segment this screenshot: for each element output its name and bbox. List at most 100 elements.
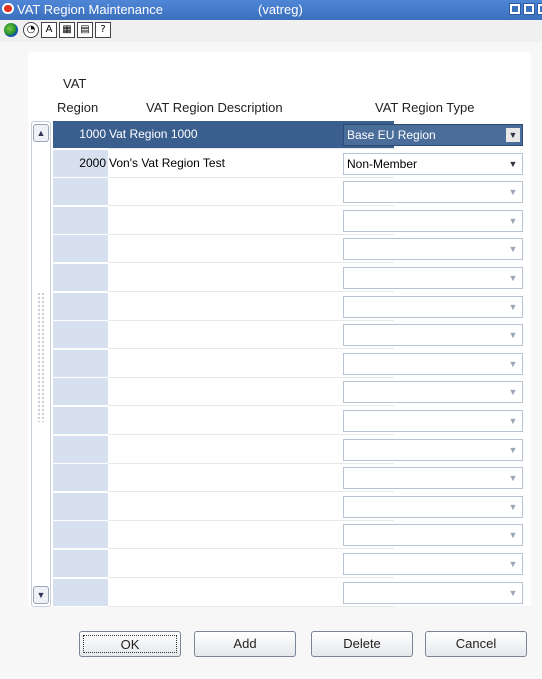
chevron-down-icon[interactable]: ▼ (506, 385, 520, 399)
region-cell[interactable] (53, 492, 108, 521)
chevron-down-icon[interactable]: ▼ (506, 271, 520, 285)
table-row[interactable]: ▼ (53, 550, 526, 578)
table-row[interactable]: ▼ (53, 235, 526, 264)
region-cell[interactable] (53, 321, 108, 350)
vat-region-table: 1000 Vat Region 1000 Base EU Region ▼ 2000 Vo… (53, 121, 526, 607)
region-type-select[interactable]: Non-Member ▼ (343, 152, 523, 175)
region-type-select[interactable]: ▼ (343, 581, 523, 604)
ok-label: OK (83, 635, 177, 653)
region-type-select[interactable]: ▼ (343, 553, 523, 575)
chevron-down-icon[interactable]: ▼ (506, 471, 520, 485)
chevron-down-icon[interactable]: ▼ (506, 557, 520, 571)
globe-icon[interactable] (4, 23, 18, 37)
region-type-select[interactable]: ▼ (343, 352, 523, 375)
window-title: VAT Region Maintenance (17, 2, 163, 17)
delete-button[interactable]: Delete (311, 631, 413, 657)
help-icon[interactable]: ◔ (23, 22, 39, 38)
region-type-select[interactable]: ▼ (343, 267, 523, 289)
chevron-down-icon[interactable]: ▼ (506, 414, 520, 428)
region-cell[interactable]: 1000 (53, 121, 108, 149)
region-cell[interactable] (53, 521, 108, 550)
region-type-select[interactable]: ▼ (343, 410, 523, 432)
region-type-select[interactable]: ▼ (343, 324, 523, 347)
table-row[interactable]: 1000 Vat Region 1000 Base EU Region ▼ (53, 121, 526, 149)
window: VAT Region Maintenance (vatreg) ◔ A ▦ ▤ … (0, 0, 542, 679)
chevron-down-icon[interactable]: ▼ (506, 586, 520, 600)
region-type-select[interactable]: ▼ (343, 181, 523, 204)
chevron-down-icon[interactable]: ▼ (506, 443, 520, 457)
region-cell[interactable] (53, 264, 108, 292)
header-region-line1: VAT (63, 76, 87, 91)
region-cell[interactable] (53, 407, 108, 435)
region-cell[interactable] (53, 378, 108, 407)
chevron-down-icon[interactable]: ▼ (506, 500, 520, 514)
scroll-grip[interactable] (37, 292, 45, 422)
table-row[interactable]: ▼ (53, 492, 526, 521)
table-row[interactable]: ▼ (53, 321, 526, 350)
header-region-line2: Region (57, 100, 99, 115)
keyboard-icon[interactable]: ▤ (77, 22, 93, 38)
region-type-select[interactable]: ▼ (343, 209, 523, 232)
region-type-select[interactable]: ▼ (343, 524, 523, 547)
region-type-select[interactable]: ▼ (343, 238, 523, 261)
region-cell[interactable] (53, 235, 108, 264)
table-row[interactable]: ▼ (53, 178, 526, 207)
region-cell[interactable] (53, 206, 108, 235)
toolbar: ◔ A ▦ ▤ ? (0, 20, 542, 42)
table-row[interactable]: ▼ (53, 464, 526, 493)
maximize-button[interactable] (523, 3, 535, 15)
chevron-down-icon[interactable]: ▼ (506, 357, 520, 371)
chevron-down-icon[interactable]: ▼ (506, 242, 520, 256)
table-row[interactable]: ▼ (53, 578, 526, 607)
region-cell[interactable] (53, 349, 108, 378)
region-type-select[interactable]: ▼ (343, 295, 523, 318)
table-row[interactable]: ▼ (53, 407, 526, 435)
oracle-app-icon (2, 3, 14, 14)
ok-button[interactable]: OK (79, 631, 181, 657)
region-type-select[interactable]: ▼ (343, 381, 523, 404)
calendar-icon[interactable]: ▦ (59, 22, 75, 38)
chevron-down-icon[interactable]: ▼ (506, 300, 520, 314)
header-type: VAT Region Type (375, 100, 475, 115)
scroll-down-icon[interactable]: ▼ (33, 586, 49, 604)
title-bar: VAT Region Maintenance (vatreg) (0, 0, 542, 20)
region-cell[interactable] (53, 550, 108, 578)
region-cell[interactable] (53, 292, 108, 321)
region-cell[interactable] (53, 178, 108, 207)
table-row[interactable]: ▼ (53, 206, 526, 235)
chevron-down-icon[interactable]: ▼ (506, 528, 520, 542)
region-cell[interactable] (53, 578, 108, 607)
region-type-select[interactable]: ▼ (343, 495, 523, 518)
region-type-value: Non-Member (347, 156, 418, 171)
question-icon[interactable]: ? (95, 22, 111, 38)
region-cell[interactable] (53, 435, 108, 464)
spell-icon[interactable]: A (41, 22, 57, 38)
scroll-up-icon[interactable]: ▲ (33, 124, 49, 142)
table-row[interactable]: ▼ (53, 435, 526, 464)
table-row[interactable]: ▼ (53, 521, 526, 550)
chevron-down-icon[interactable]: ▼ (506, 157, 520, 171)
region-type-select[interactable]: Base EU Region ▼ (343, 124, 523, 146)
region-type-value: Base EU Region (347, 128, 436, 142)
table-row[interactable]: ▼ (53, 264, 526, 292)
table-row[interactable]: ▼ (53, 292, 526, 321)
region-cell[interactable] (53, 464, 108, 493)
minimize-button[interactable] (509, 3, 521, 15)
region-type-select[interactable]: ▼ (343, 438, 523, 461)
chevron-down-icon[interactable]: ▼ (506, 185, 520, 199)
window-form-code: (vatreg) (258, 2, 303, 17)
chevron-down-icon[interactable]: ▼ (506, 328, 520, 342)
header-description: VAT Region Description (146, 100, 283, 115)
table-row[interactable]: 2000 Von's Vat Region Test Non-Member ▼ (53, 149, 526, 178)
region-cell[interactable]: 2000 (53, 149, 108, 178)
region-type-select[interactable]: ▼ (343, 467, 523, 490)
table-row[interactable]: ▼ (53, 378, 526, 407)
add-button[interactable]: Add (194, 631, 296, 657)
chevron-down-icon[interactable]: ▼ (506, 128, 520, 142)
vertical-scrollbar[interactable]: ▲ ▼ (31, 121, 51, 607)
table-row[interactable]: ▼ (53, 349, 526, 378)
button-bar: OK Add Delete Cancel (0, 620, 542, 660)
close-button[interactable] (537, 3, 542, 15)
cancel-button[interactable]: Cancel (425, 631, 527, 657)
chevron-down-icon[interactable]: ▼ (506, 214, 520, 228)
